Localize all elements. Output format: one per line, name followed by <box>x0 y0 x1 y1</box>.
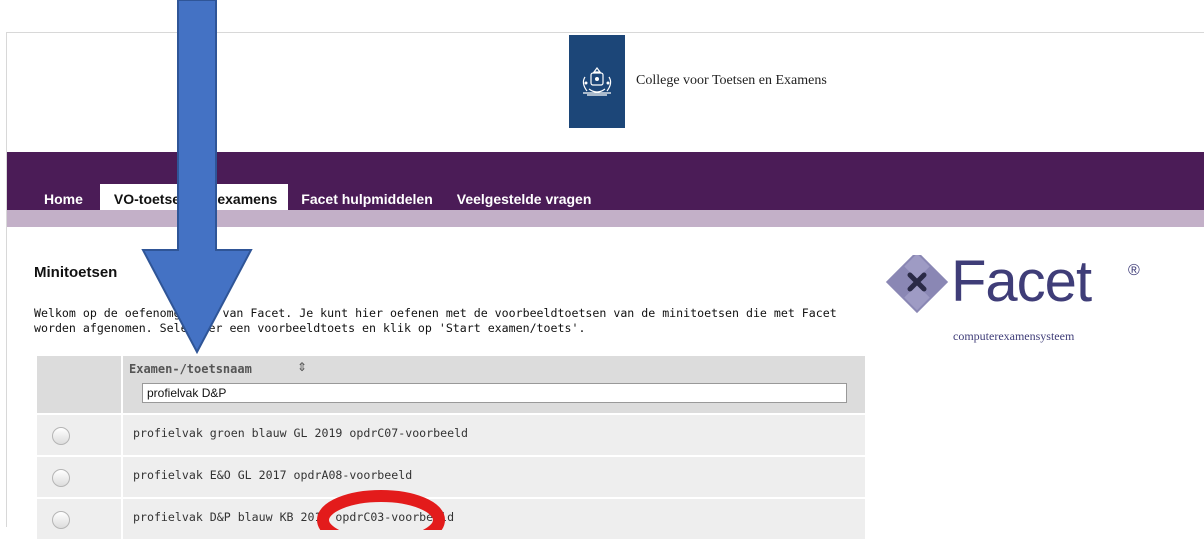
facet-wordmark: Facet <box>951 249 1092 314</box>
filter-input[interactable] <box>142 383 847 403</box>
main-tabs: Home VO-toetsen en -examens Facet hulpmi… <box>34 184 604 210</box>
sort-icon[interactable]: ⇕ <box>297 360 307 374</box>
select-cell <box>37 415 123 455</box>
page-title: Minitoetsen <box>34 264 118 281</box>
rijksoverheid-logo <box>569 35 625 128</box>
annotation-arrow <box>141 0 253 355</box>
select-column-header <box>37 356 123 413</box>
exam-name: profielvak E&O GL 2017 opdrA08-voorbeeld <box>133 468 413 482</box>
table-row[interactable]: profielvak groen blauw GL 2019 opdrC07-v… <box>37 413 865 455</box>
tab-home[interactable]: Home <box>34 184 98 210</box>
exam-name: profielvak groen blauw GL 2019 opdrC07-v… <box>133 426 469 440</box>
annotation-circle <box>317 490 445 530</box>
column-header-examen-toetsnaam[interactable]: Examen-/toetsnaam <box>129 362 252 376</box>
select-cell <box>37 457 123 497</box>
row-radio[interactable] <box>52 469 70 487</box>
row-radio[interactable] <box>52 427 70 445</box>
table-header: Examen-/toetsnaam ⇕ <box>37 356 865 413</box>
facet-tagline: computerexamensysteem <box>953 329 1075 343</box>
tab-facet-hulpmiddelen[interactable]: Facet hulpmiddelen <box>290 184 443 210</box>
registered-mark: ® <box>1128 262 1140 279</box>
tab-veelgestelde-vragen[interactable]: Veelgestelde vragen <box>446 184 603 210</box>
org-name: College voor Toetsen en Examens <box>636 73 827 88</box>
select-cell <box>37 499 123 539</box>
row-radio[interactable] <box>52 511 70 529</box>
